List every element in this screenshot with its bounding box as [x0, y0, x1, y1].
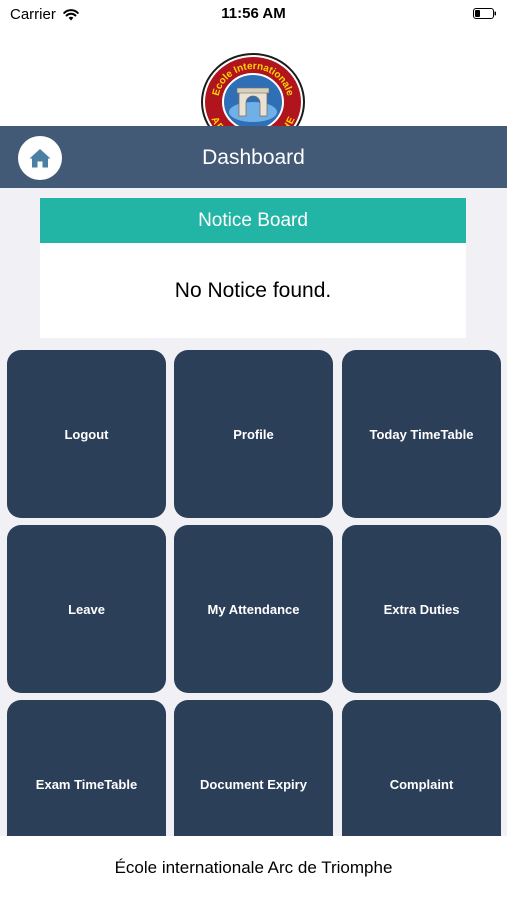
notice-message: No Notice found. — [174, 278, 332, 302]
notice-board-header: Notice Board — [40, 198, 466, 243]
nav-bar: Dashboard — [0, 126, 507, 188]
profile-tile[interactable]: Profile — [174, 350, 333, 518]
complaint-tile[interactable]: Complaint — [342, 700, 501, 836]
battery-icon — [473, 8, 496, 19]
leave-tile[interactable]: Leave — [7, 525, 166, 693]
status-time: 11:56 AM — [221, 5, 286, 22]
extra-duties-tile[interactable]: Extra Duties — [342, 525, 501, 693]
notice-board: Notice Board No Notice found. — [40, 198, 466, 338]
document-expiry-tile[interactable]: Document Expiry — [174, 700, 333, 836]
status-bar: Carrier 11:56 AM — [0, 0, 507, 28]
footer: École internationale Arc de Triomphe — [0, 836, 507, 900]
logo-area: Ecole Internationale ARC de TRIOMPHE — [0, 28, 507, 151]
my-attendance-tile[interactable]: My Attendance — [174, 525, 333, 693]
page-title: Dashboard — [202, 146, 305, 169]
logout-tile[interactable]: Logout — [7, 350, 166, 518]
dashboard-grid: Logout Profile Today TimeTable Leave My … — [7, 350, 501, 836]
exam-timetable-tile[interactable]: Exam TimeTable — [7, 700, 166, 836]
today-timetable-tile[interactable]: Today TimeTable — [342, 350, 501, 518]
